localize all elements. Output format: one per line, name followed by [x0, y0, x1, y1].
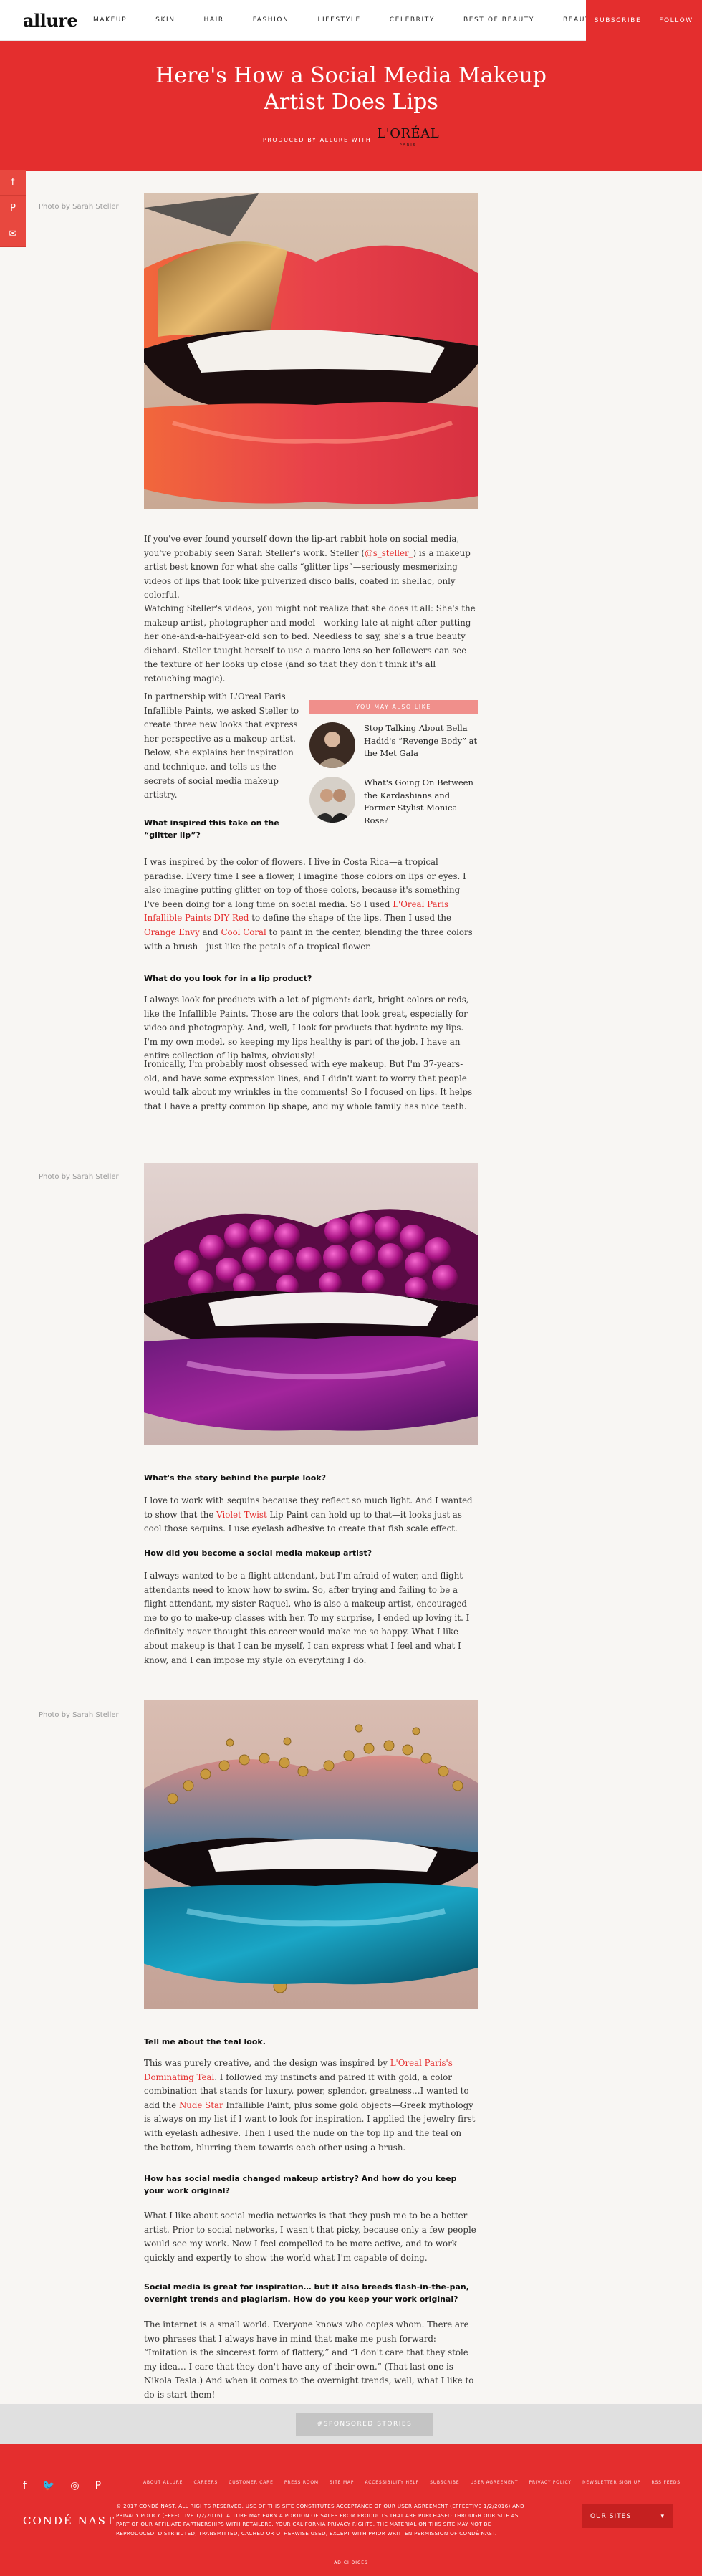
nav-item-skin[interactable]: SKIN: [141, 16, 189, 24]
answer-originality: The internet is a small world. Everyone …: [144, 2319, 474, 2400]
footer-link[interactable]: SUBSCRIBE: [430, 2480, 459, 2485]
nude-star-link[interactable]: Nude Star: [179, 2100, 223, 2110]
conde-nast-logo[interactable]: CONDÉ NAST: [23, 2514, 115, 2527]
facebook-icon[interactable]: f: [23, 2480, 27, 2491]
nav-actions: SUBSCRIBE FOLLOW: [586, 0, 702, 41]
footer-link[interactable]: ABOUT ALLURE: [143, 2480, 183, 2485]
chevron-down-icon: ▾: [660, 2512, 665, 2520]
footer-link[interactable]: NEWSLETTER SIGN UP: [582, 2480, 640, 2485]
footer-social: f 🐦 ◎ P: [23, 2480, 101, 2491]
nav-item-fashion[interactable]: FASHION: [239, 16, 304, 24]
question-teal-look: Tell me about the teal look.: [144, 2037, 266, 2046]
orange-envy-link[interactable]: Orange Envy: [144, 927, 200, 937]
footer-legal: © 2017 CONDÉ NAST. ALL RIGHTS RESERVED. …: [116, 2503, 524, 2537]
follow-button[interactable]: FOLLOW: [650, 0, 702, 41]
article-hero: Here's How a Social Media Makeup Artist …: [0, 41, 702, 171]
photo-teal-gold-lips: [144, 1700, 478, 2009]
nav-menu: MAKEUP SKIN HAIR FASHION LIFESTYLE CELEB…: [79, 16, 630, 24]
answer-teal-look: This was purely creative, and the design…: [144, 2057, 478, 2155]
question-social-media: How has social media changed makeup arti…: [144, 2174, 457, 2196]
email-icon[interactable]: ✉: [0, 221, 26, 247]
footer-link[interactable]: USER AGREEMENT: [471, 2480, 519, 2485]
answer-lip-product: I always look for products with a lot of…: [144, 995, 469, 1061]
photo-purple-sequin-lips: [144, 1163, 478, 1445]
top-nav: allure MAKEUP SKIN HAIR FASHION LIFESTYL…: [0, 0, 702, 41]
article-title-line-1: Here's How a Social Media Makeup: [155, 63, 547, 88]
sponsored-stories-bar: #SPONSORED STORIES: [0, 2404, 702, 2444]
answer-glitter-lip-c: and: [199, 927, 221, 937]
instagram-icon[interactable]: ◎: [70, 2480, 79, 2491]
share-bar: f P ✉: [0, 170, 26, 247]
also-like-item[interactable]: Stop Talking About Bella Hadid's “Reveng…: [309, 722, 478, 768]
answer-become-artist: I always wanted to be a flight attendant…: [144, 1571, 470, 1665]
answer-glitter-lip: I was inspired by the color of flowers. …: [144, 856, 478, 954]
photo-credit-2: Photo by Sarah Steller: [39, 1173, 119, 1181]
hero-notch: [364, 167, 371, 171]
question-glitter-lip: What inspired this take on the “glitter …: [144, 818, 279, 840]
also-like-heading: YOU MAY ALSO LIKE: [309, 700, 478, 714]
answer-social-media: What I like about social media networks …: [144, 2211, 476, 2263]
photo-credit-3: Photo by Sarah Steller: [39, 1711, 119, 1719]
sponsor-line: PRODUCED BY ALLURE WITH L'ORÉAL PARIS: [0, 128, 702, 151]
answer-glitter-lip-b: to define the shape of the lips. Then I …: [249, 913, 451, 924]
loreal-logo-text: L'ORÉAL: [377, 126, 440, 141]
loreal-logo: L'ORÉAL PARIS: [377, 128, 439, 151]
allure-logo[interactable]: allure: [23, 10, 78, 31]
footer-link[interactable]: SITE MAP: [330, 2480, 354, 2485]
photo-glitter-lips: [144, 193, 478, 509]
footer-link[interactable]: CUSTOMER CARE: [229, 2480, 273, 2485]
pinterest-icon[interactable]: P: [0, 196, 26, 221]
also-like-item[interactable]: What's Going On Between the Kardashians …: [309, 777, 478, 827]
steller-handle-link[interactable]: @s_steller_: [365, 548, 413, 558]
loreal-logo-sub: PARIS: [399, 143, 417, 148]
article-title-line-2: Artist Does Lips: [264, 90, 438, 115]
twitter-icon[interactable]: 🐦: [42, 2480, 54, 2491]
subscribe-button[interactable]: SUBSCRIBE: [586, 0, 650, 41]
also-like-title[interactable]: Stop Talking About Bella Hadid's “Reveng…: [364, 722, 478, 760]
also-like-title[interactable]: What's Going On Between the Kardashians …: [364, 777, 478, 827]
paragraph-intro: If you've ever found yourself down the l…: [144, 532, 478, 603]
nav-item-makeup[interactable]: MAKEUP: [79, 16, 141, 24]
paragraph-watching: Watching Steller's videos, you might not…: [144, 603, 476, 684]
sponsored-stories-button[interactable]: #SPONSORED STORIES: [296, 2413, 433, 2436]
question-purple-look: What's the story behind the purple look?: [144, 1473, 327, 1483]
footer-link[interactable]: ACCESSIBILITY HELP: [365, 2480, 418, 2485]
answer-lip-product-2: Ironically, I'm probably most obsessed w…: [144, 1059, 473, 1111]
article-title: Here's How a Social Media Makeup Artist …: [0, 62, 702, 115]
ad-choices-link[interactable]: AD CHOICES: [0, 2560, 702, 2565]
facebook-icon[interactable]: f: [0, 170, 26, 196]
question-lip-product: What do you look for in a lip product?: [144, 974, 312, 983]
paragraph-partnership: In partnership with L'Oreal Paris Infall…: [144, 691, 299, 800]
nav-item-celebrity[interactable]: CELEBRITY: [375, 16, 449, 24]
sponsor-prefix: PRODUCED BY ALLURE WITH: [262, 136, 372, 143]
footer-link[interactable]: PRESS ROOM: [284, 2480, 319, 2485]
nav-item-lifestyle[interactable]: LIFESTYLE: [303, 16, 375, 24]
also-like-module: YOU MAY ALSO LIKE Stop Talking About Bel…: [309, 700, 478, 827]
footer-link[interactable]: CAREERS: [193, 2480, 218, 2485]
answer-teal-look-a: This was purely creative, and the design…: [144, 2058, 390, 2068]
pinterest-icon[interactable]: P: [95, 2480, 101, 2491]
site-footer: f 🐦 ◎ P ABOUT ALLURE CAREERS CUSTOMER CA…: [0, 2444, 702, 2576]
question-originality: Social media is great for inspiration… b…: [144, 2282, 469, 2304]
footer-link[interactable]: RSS FEEDS: [652, 2480, 681, 2485]
cool-coral-link[interactable]: Cool Coral: [221, 927, 266, 937]
nav-item-best-of-beauty[interactable]: BEST OF BEAUTY: [449, 16, 549, 24]
also-like-thumb-bella: [309, 722, 355, 768]
nav-item-hair[interactable]: HAIR: [190, 16, 239, 24]
also-like-thumb-kardashians: [309, 777, 355, 823]
violet-twist-link[interactable]: Violet Twist: [216, 1510, 267, 1520]
our-sites-select[interactable]: OUR SITES ▾: [582, 2504, 673, 2528]
footer-links: ABOUT ALLURE CAREERS CUSTOMER CARE PRESS…: [143, 2480, 681, 2485]
our-sites-label: OUR SITES: [590, 2512, 632, 2520]
footer-link[interactable]: PRIVACY POLICY: [529, 2480, 572, 2485]
question-become-artist: How did you become a social media makeup…: [144, 1548, 372, 1558]
photo-credit-1: Photo by Sarah Steller: [39, 203, 119, 211]
answer-purple-look: I love to work with sequins because they…: [144, 1494, 478, 1536]
